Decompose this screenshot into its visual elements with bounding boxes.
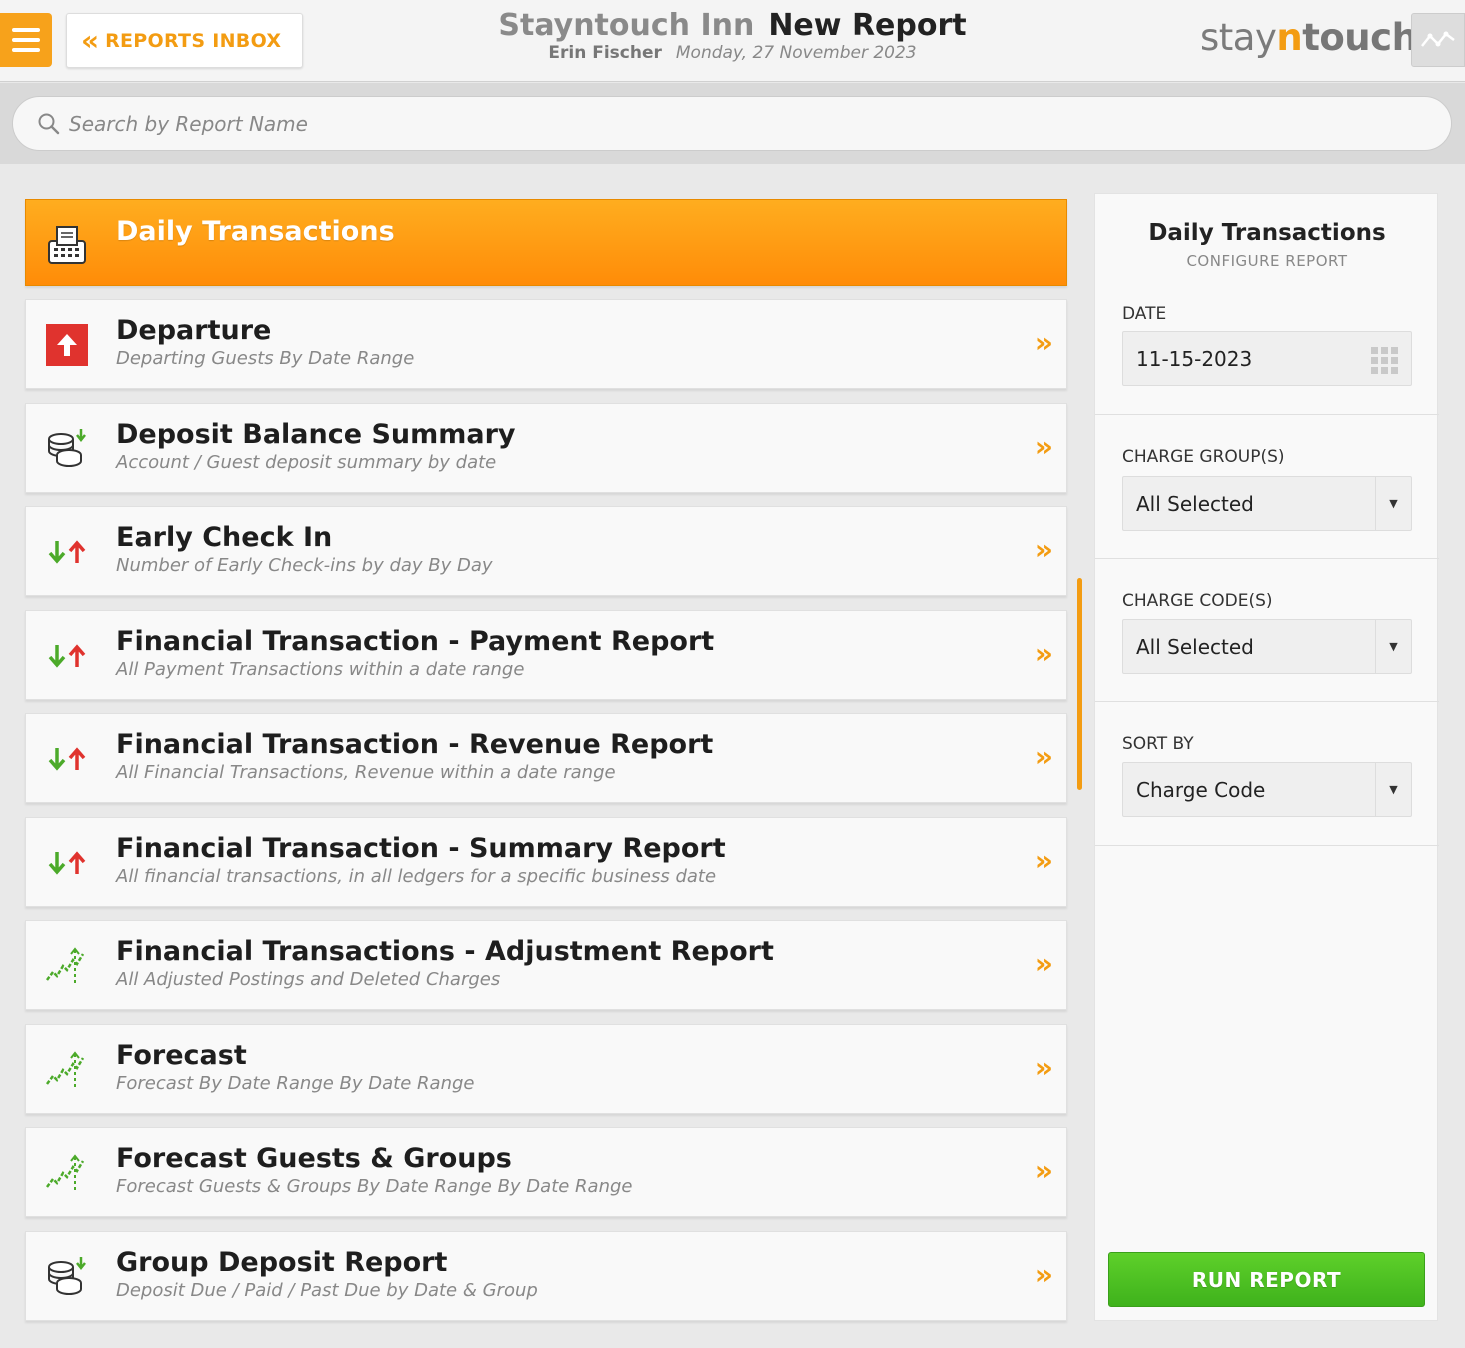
report-item-forecast[interactable]: Forecast Forecast By Date Range By Date … [25, 1024, 1067, 1114]
configure-report-panel: Daily Transactions CONFIGURE REPORT DATE… [1094, 193, 1439, 1321]
top-bar: « REPORTS INBOX Stayntouch Inn New Report… [0, 0, 1465, 82]
report-item-daily-transactions[interactable]: Daily Transactions [25, 199, 1067, 286]
report-name: Financial Transaction - Payment Report [116, 626, 715, 657]
report-description: Departing Guests By Date Range [116, 348, 415, 369]
dropdown-caret-icon: ▼ [1375, 620, 1411, 673]
double-chevron-right-icon: » [1034, 326, 1053, 359]
double-chevron-right-icon: » [1034, 1258, 1053, 1291]
charge-groups-value: All Selected [1136, 491, 1254, 516]
report-item-forecast-guests-groups[interactable]: Forecast Guests & Groups Forecast Guests… [25, 1127, 1067, 1217]
user-name: Erin Fischer [548, 43, 662, 63]
charge-codes-section: CHARGE CODE(S) All Selected ▼ [1095, 559, 1439, 702]
up-down-arrows-icon [44, 529, 90, 575]
charge-groups-label: CHARGE GROUP(S) [1122, 447, 1285, 467]
report-name: Early Check In [116, 522, 333, 553]
sort-by-label: SORT BY [1122, 734, 1194, 754]
report-item-financial-transactions-adjustment[interactable]: Financial Transactions - Adjustment Repo… [25, 920, 1067, 1010]
double-chevron-right-icon: » [1034, 844, 1053, 877]
config-title: Daily Transactions [1148, 220, 1386, 246]
report-description: Forecast Guests & Groups By Date Range B… [116, 1176, 633, 1197]
double-chevron-right-icon: » [1034, 947, 1053, 980]
report-name: Financial Transactions - Adjustment Repo… [116, 936, 774, 967]
report-description: Number of Early Check-ins by day By Day [116, 555, 493, 576]
business-date: Monday, 27 November 2023 [675, 43, 917, 63]
report-item-early-check-in[interactable]: Early Check In Number of Early Check-ins… [25, 506, 1067, 596]
search-icon [38, 113, 60, 134]
charge-codes-select[interactable]: All Selected ▼ [1122, 619, 1412, 674]
up-down-arrows-icon [44, 633, 90, 679]
report-description: All Payment Transactions within a date r… [116, 659, 525, 680]
report-description: Account / Guest deposit summary by date [116, 452, 497, 473]
departure-arrow-icon [44, 322, 90, 368]
report-description: Forecast By Date Range By Date Range [116, 1073, 475, 1094]
double-chevron-right-icon: » [1034, 430, 1053, 463]
double-chevron-right-icon: » [1034, 637, 1053, 670]
report-name: Forecast [116, 1040, 247, 1071]
calendar-grid-icon[interactable] [1371, 347, 1399, 375]
charge-codes-label: CHARGE CODE(S) [1122, 591, 1273, 611]
date-section: DATE 11-15-2023 [1095, 284, 1439, 415]
report-description: All Financial Transactions, Revenue with… [116, 762, 616, 783]
config-subtitle: CONFIGURE REPORT [1186, 252, 1348, 270]
date-field[interactable]: 11-15-2023 [1122, 331, 1412, 386]
report-item-financial-transaction-payment[interactable]: Financial Transaction - Payment Report A… [25, 610, 1067, 700]
sort-by-select[interactable]: Charge Code ▼ [1122, 762, 1412, 817]
report-name: Deposit Balance Summary [116, 419, 516, 450]
report-description: All Adjusted Postings and Deleted Charge… [116, 969, 501, 990]
report-item-deposit-balance-summary[interactable]: Deposit Balance Summary Account / Guest … [25, 403, 1067, 493]
report-name: Financial Transaction - Revenue Report [116, 729, 714, 760]
report-item-financial-transaction-revenue[interactable]: Financial Transaction - Revenue Report A… [25, 713, 1067, 803]
charge-groups-section: CHARGE GROUP(S) All Selected ▼ [1095, 415, 1439, 559]
up-down-arrows-icon [44, 736, 90, 782]
activity-graph-icon [1421, 31, 1455, 47]
dropdown-caret-icon: ▼ [1375, 763, 1411, 816]
coins-deposit-icon [44, 1254, 90, 1300]
charge-groups-select[interactable]: All Selected ▼ [1122, 476, 1412, 531]
run-report-button[interactable]: RUN REPORT [1108, 1252, 1425, 1307]
report-name: Daily Transactions [116, 216, 395, 247]
report-name: Group Deposit Report [116, 1247, 448, 1278]
up-down-arrows-icon [44, 840, 90, 886]
date-label: DATE [1122, 304, 1167, 324]
double-chevron-right-icon: » [1034, 533, 1053, 566]
search-box[interactable] [12, 96, 1452, 151]
report-description: All financial transactions, in all ledge… [116, 866, 717, 887]
report-description: Deposit Due / Paid / Past Due by Date & … [116, 1280, 538, 1301]
list-scrollbar[interactable] [1077, 578, 1082, 790]
report-name: Forecast Guests & Groups [116, 1143, 512, 1174]
search-bar-container [0, 83, 1465, 164]
sort-by-value: Charge Code [1136, 777, 1266, 802]
date-value: 11-15-2023 [1136, 346, 1253, 371]
activity-graph-button[interactable] [1411, 13, 1465, 67]
charge-codes-value: All Selected [1136, 634, 1254, 659]
trend-chart-icon [44, 943, 90, 989]
brand-logo: stayntouch [1200, 16, 1418, 59]
trend-chart-icon [44, 1150, 90, 1196]
report-item-financial-transaction-summary[interactable]: Financial Transaction - Summary Report A… [25, 817, 1067, 907]
hotel-name: Stayntouch Inn [498, 8, 755, 43]
cash-register-icon [44, 222, 90, 268]
report-name: Financial Transaction - Summary Report [116, 833, 726, 864]
double-chevron-right-icon: » [1034, 1154, 1053, 1187]
trend-chart-icon [44, 1047, 90, 1093]
page-title: New Report [768, 8, 967, 43]
report-name: Departure [116, 315, 272, 346]
coins-deposit-icon [44, 426, 90, 472]
double-chevron-right-icon: » [1034, 1051, 1053, 1084]
report-item-group-deposit-report[interactable]: Group Deposit Report Deposit Due / Paid … [25, 1231, 1067, 1321]
sort-by-section: SORT BY Charge Code ▼ [1095, 702, 1439, 846]
dropdown-caret-icon: ▼ [1375, 477, 1411, 530]
search-input[interactable] [69, 111, 1369, 136]
report-item-departure[interactable]: Departure Departing Guests By Date Range… [25, 299, 1067, 389]
double-chevron-right-icon: » [1034, 740, 1053, 773]
